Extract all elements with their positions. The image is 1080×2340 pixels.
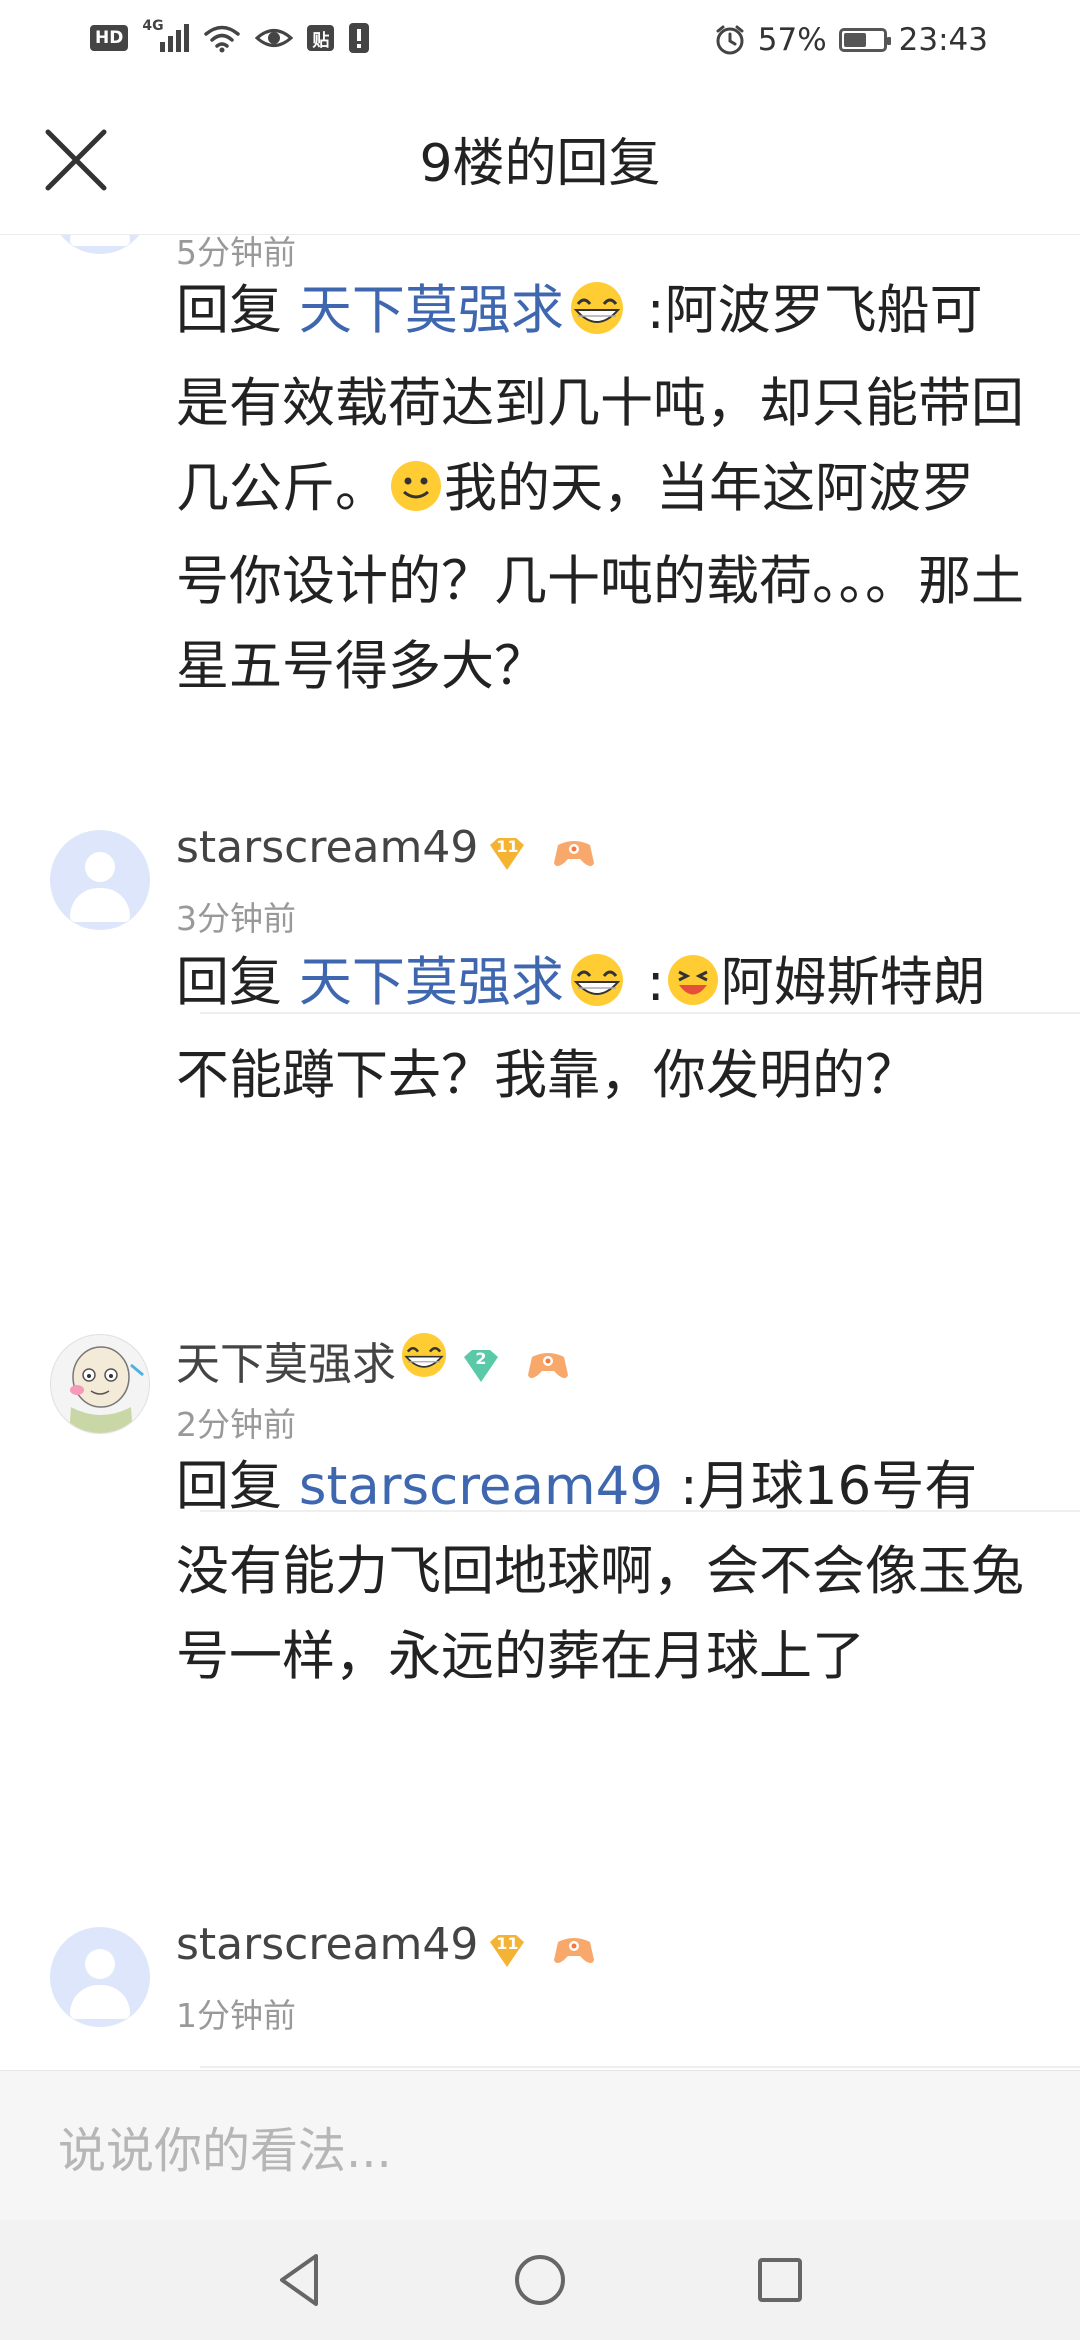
- level-number: 2: [475, 1349, 487, 1368]
- level-number: 11: [496, 836, 519, 856]
- avatar[interactable]: [50, 234, 150, 254]
- reply-time: 2分钟前: [176, 1405, 296, 1444]
- level-badge: 11: [488, 831, 526, 870]
- grin-emoji-icon: [564, 948, 630, 1033]
- reply-time: 1分钟前: [176, 1996, 296, 2035]
- divider: [200, 2066, 1080, 2068]
- cartoon-avatar-icon: [69, 1346, 144, 1433]
- username-row: starscream49 11: [176, 822, 596, 873]
- reply-prefix: 回复: [176, 280, 299, 341]
- status-bar: HD 4G 贴 57% 23:43: [0, 0, 1080, 84]
- comment-input-bar[interactable]: 说说你的看法...: [0, 2070, 1080, 2221]
- game-controller-icon: [526, 1343, 570, 1378]
- reply-text: 回复 天下莫强求 :阿波罗飞船可是有效载荷达到几十吨，却只能带回几公斤。 我的天…: [176, 268, 1026, 709]
- header: 9楼的回复: [0, 84, 1080, 235]
- mention-link[interactable]: 天下莫强求: [299, 952, 564, 1013]
- tieba-badge: 贴: [307, 25, 335, 51]
- clock: 23:43: [898, 22, 988, 58]
- reply-text: 回复 天下莫强求 : 阿姆斯特朗不能蹲下去？我靠，你发明的？: [176, 940, 1026, 1118]
- avatar[interactable]: [50, 830, 150, 930]
- eye-icon: [255, 29, 294, 47]
- username-row: 天下莫强求 2: [176, 1328, 570, 1392]
- username[interactable]: starscream49: [176, 822, 478, 873]
- alert-icon: [349, 23, 370, 53]
- battery-percent: 57%: [757, 22, 827, 58]
- level-badge: 2: [462, 1343, 500, 1382]
- status-left: HD 4G 贴: [90, 18, 370, 54]
- avatar[interactable]: [50, 1334, 150, 1434]
- back-button[interactable]: [266, 2246, 334, 2314]
- network-type: 4G: [142, 18, 164, 34]
- username[interactable]: starscream49: [176, 1919, 478, 1970]
- hd-badge: HD: [90, 25, 129, 51]
- smile-emoji-icon: [388, 454, 444, 539]
- level-number: 11: [496, 1933, 519, 1953]
- mention-link[interactable]: 天下莫强求: [299, 280, 564, 341]
- recents-button[interactable]: [746, 2246, 814, 2314]
- home-icon[interactable]: [506, 2246, 574, 2314]
- game-controller-icon: [552, 831, 596, 866]
- wifi-icon: [204, 25, 241, 53]
- game-controller-icon: [552, 1928, 596, 1963]
- username[interactable]: 天下莫强求: [176, 1328, 396, 1392]
- reply-prefix: 回复: [176, 1456, 299, 1517]
- grin-emoji-icon: [396, 1329, 452, 1392]
- level-badge: 11: [488, 1928, 526, 1967]
- comment-input[interactable]: 说说你的看法...: [58, 2111, 392, 2181]
- recents-icon[interactable]: [746, 2246, 814, 2314]
- avatar[interactable]: [50, 1927, 150, 2027]
- alarm-icon: [716, 25, 744, 55]
- reply-body-a: :: [629, 952, 665, 1013]
- signal-icon: 4G: [142, 18, 190, 52]
- grin-emoji-icon: [564, 276, 630, 361]
- username-row: starscream49 11: [176, 1919, 596, 1970]
- battery-icon: [838, 28, 891, 52]
- status-right: 57% 23:43: [714, 22, 988, 58]
- back-icon[interactable]: [266, 2246, 334, 2314]
- laugh-emoji-icon: [665, 948, 721, 1033]
- system-nav-bar: [0, 2220, 1080, 2340]
- page-title: 9楼的回复: [419, 134, 661, 194]
- mention-link[interactable]: starscream49: [299, 1456, 663, 1517]
- reply-time: 3分钟前: [176, 899, 296, 938]
- reply-prefix: 回复: [176, 952, 299, 1013]
- reply-list[interactable]: 5分钟前 回复 天下莫强求 :阿波罗飞船可是有效载荷达到几十吨，却只能带回几公斤…: [0, 234, 1080, 2070]
- battery-level-fill: [843, 33, 866, 47]
- home-button[interactable]: [506, 2246, 574, 2314]
- reply-text: 回复 starscream49 :月球16号有没有能力飞回地球啊，会不会像玉兔号…: [176, 1444, 1026, 1699]
